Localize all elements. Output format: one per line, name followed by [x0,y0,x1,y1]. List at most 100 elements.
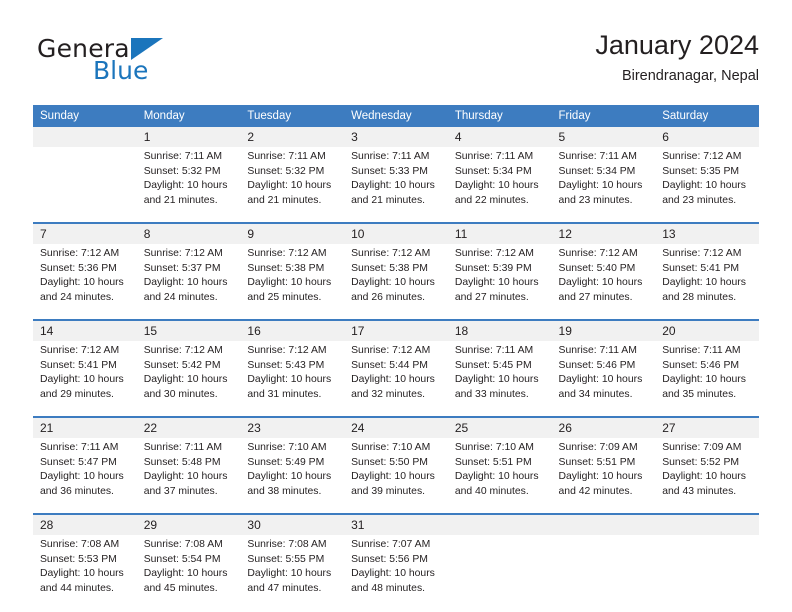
sunrise-line: Sunrise: 7:12 AM [247,248,327,259]
day-cell[interactable]: Sunrise: 7:12 AM Sunset: 5:37 PM Dayligh… [136,244,241,320]
day-number[interactable]: 23 [240,416,345,438]
day-number[interactable]: 18 [447,319,552,341]
day-number[interactable]: 14 [33,319,137,341]
day-number[interactable]: 30 [240,513,345,535]
day-number[interactable]: 13 [655,222,759,244]
day-number[interactable]: 22 [136,416,241,438]
daylight-line-2: and 22 minutes. [454,194,529,206]
weekday-header-saturday: Saturday [655,105,759,127]
day-number[interactable] [551,513,656,535]
week-daynumber-row: 14 15 16 17 18 19 20 [33,319,759,341]
daylight-line-1: Daylight: 10 hours [454,277,539,289]
day-cell[interactable]: Sunrise: 7:08 AM Sunset: 5:53 PM Dayligh… [33,535,137,610]
day-cell[interactable]: Sunrise: 7:08 AM Sunset: 5:55 PM Dayligh… [240,535,345,610]
sunset-line: Sunset: 5:38 PM [247,262,325,274]
day-number[interactable]: 3 [344,127,448,147]
day-cell[interactable]: Sunrise: 7:09 AM Sunset: 5:51 PM Dayligh… [551,438,656,514]
day-number[interactable]: 11 [447,222,552,244]
day-number[interactable] [655,513,759,535]
day-cell[interactable]: Sunrise: 7:11 AM Sunset: 5:32 PM Dayligh… [240,147,345,223]
day-number[interactable]: 20 [655,319,759,341]
sunrise-line: Sunrise: 7:11 AM [454,345,534,356]
day-number[interactable]: 9 [240,222,345,244]
day-cell[interactable]: Sunrise: 7:09 AM Sunset: 5:52 PM Dayligh… [655,438,759,514]
sunrise-line: Sunrise: 7:12 AM [247,345,327,356]
day-cell[interactable]: Sunrise: 7:12 AM Sunset: 5:42 PM Dayligh… [136,341,241,417]
day-number[interactable]: 16 [240,319,345,341]
day-number[interactable]: 25 [447,416,552,438]
day-number[interactable]: 17 [344,319,448,341]
day-cell[interactable]: Sunrise: 7:12 AM Sunset: 5:36 PM Dayligh… [33,244,137,320]
day-number[interactable]: 8 [136,222,241,244]
day-cell[interactable]: Sunrise: 7:12 AM Sunset: 5:40 PM Dayligh… [551,244,656,320]
day-cell[interactable]: Sunrise: 7:10 AM Sunset: 5:51 PM Dayligh… [447,438,552,514]
sunset-line: Sunset: 5:38 PM [351,262,428,274]
day-cell[interactable]: Sunrise: 7:11 AM Sunset: 5:47 PM Dayligh… [33,438,137,514]
day-number[interactable] [33,127,137,147]
day-number[interactable] [447,513,552,535]
daylight-line-1: Daylight: 10 hours [662,180,746,192]
daylight-line-1: Daylight: 10 hours [454,180,539,192]
day-number[interactable]: 27 [655,416,759,438]
day-cell[interactable]: Sunrise: 7:11 AM Sunset: 5:34 PM Dayligh… [551,147,656,223]
day-number[interactable]: 24 [344,416,448,438]
day-number[interactable]: 26 [551,416,656,438]
daylight-line-2: and 39 minutes. [351,485,426,497]
day-cell[interactable]: Sunrise: 7:12 AM Sunset: 5:41 PM Dayligh… [33,341,137,417]
title-block: January 2024 Birendranagar, Nepal [595,28,759,87]
sunset-line: Sunset: 5:51 PM [454,456,532,468]
sunset-line: Sunset: 5:41 PM [662,262,740,274]
day-cell[interactable]: Sunrise: 7:12 AM Sunset: 5:39 PM Dayligh… [447,244,552,320]
day-cell[interactable] [33,147,137,223]
day-cell[interactable] [551,535,656,610]
sunrise-line: Sunrise: 7:11 AM [143,442,223,453]
generalblue-logo[interactable]: General Blue [33,30,233,90]
day-number[interactable]: 2 [240,127,345,147]
daylight-line-1: Daylight: 10 hours [454,471,539,483]
day-cell[interactable]: Sunrise: 7:11 AM Sunset: 5:32 PM Dayligh… [136,147,241,223]
day-number[interactable]: 12 [551,222,656,244]
weekday-header-friday: Friday [551,105,656,127]
day-cell[interactable]: Sunrise: 7:12 AM Sunset: 5:35 PM Dayligh… [655,147,759,223]
day-number[interactable]: 1 [136,127,241,147]
page-title: January 2024 [595,30,759,60]
day-cell[interactable]: Sunrise: 7:12 AM Sunset: 5:38 PM Dayligh… [344,244,448,320]
day-number[interactable]: 6 [655,127,759,147]
day-cell[interactable]: Sunrise: 7:12 AM Sunset: 5:38 PM Dayligh… [240,244,345,320]
day-cell[interactable]: Sunrise: 7:11 AM Sunset: 5:33 PM Dayligh… [344,147,448,223]
day-number[interactable]: 19 [551,319,656,341]
day-cell[interactable] [655,535,759,610]
day-cell[interactable]: Sunrise: 7:07 AM Sunset: 5:56 PM Dayligh… [344,535,448,610]
daylight-line-1: Daylight: 10 hours [558,374,643,386]
weekday-header-sunday: Sunday [33,105,137,127]
sunset-line: Sunset: 5:54 PM [143,553,221,565]
day-cell[interactable]: Sunrise: 7:11 AM Sunset: 5:45 PM Dayligh… [447,341,552,417]
day-number[interactable]: 10 [344,222,448,244]
sunrise-line: Sunrise: 7:11 AM [40,442,119,453]
day-cell[interactable]: Sunrise: 7:11 AM Sunset: 5:46 PM Dayligh… [655,341,759,417]
week-daynumber-row: 28 29 30 31 [33,513,759,535]
daylight-line-1: Daylight: 10 hours [143,471,228,483]
daylight-line-2: and 26 minutes. [351,291,426,303]
day-number[interactable]: 29 [136,513,241,535]
day-cell[interactable]: Sunrise: 7:11 AM Sunset: 5:46 PM Dayligh… [551,341,656,417]
day-cell[interactable]: Sunrise: 7:10 AM Sunset: 5:49 PM Dayligh… [240,438,345,514]
day-number[interactable]: 21 [33,416,137,438]
day-cell[interactable]: Sunrise: 7:11 AM Sunset: 5:34 PM Dayligh… [447,147,552,223]
day-cell[interactable]: Sunrise: 7:08 AM Sunset: 5:54 PM Dayligh… [136,535,241,610]
day-number[interactable]: 7 [33,222,137,244]
daylight-line-2: and 23 minutes. [662,194,737,206]
day-cell[interactable]: Sunrise: 7:12 AM Sunset: 5:41 PM Dayligh… [655,244,759,320]
day-number[interactable]: 31 [344,513,448,535]
day-number[interactable]: 5 [551,127,656,147]
day-cell[interactable] [447,535,552,610]
day-cell[interactable]: Sunrise: 7:12 AM Sunset: 5:43 PM Dayligh… [240,341,345,417]
day-number[interactable]: 15 [136,319,241,341]
day-cell[interactable]: Sunrise: 7:10 AM Sunset: 5:50 PM Dayligh… [344,438,448,514]
day-number[interactable]: 28 [33,513,137,535]
day-cell[interactable]: Sunrise: 7:12 AM Sunset: 5:44 PM Dayligh… [344,341,448,417]
daylight-line-2: and 23 minutes. [558,194,633,206]
sunset-line: Sunset: 5:48 PM [143,456,221,468]
day-number[interactable]: 4 [447,127,552,147]
day-cell[interactable]: Sunrise: 7:11 AM Sunset: 5:48 PM Dayligh… [136,438,241,514]
